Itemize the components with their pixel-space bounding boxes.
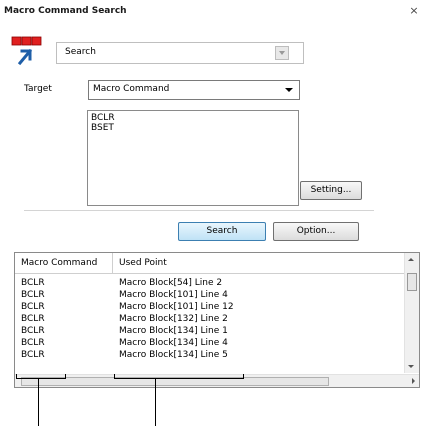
table-row[interactable]: BCLR Macro Block[134] Line 4 [15, 337, 405, 349]
listbox-item[interactable]: BCLR [91, 113, 115, 123]
callout-leader-command [38, 379, 39, 426]
title-bar: Macro Command Search × [0, 0, 422, 22]
table-row[interactable]: BCLR Macro Block[101] Line 4 [15, 289, 405, 301]
table-row[interactable]: BCLR Macro Block[132] Line 2 [15, 313, 405, 325]
column-header-macro-command[interactable]: Macro Command [15, 253, 113, 273]
callout-tick [65, 374, 66, 378]
scroll-right-icon[interactable] [412, 378, 415, 384]
cell-macro-command: BCLR [21, 326, 45, 336]
table-row[interactable]: BCLR Macro Block[101] Line 12 [15, 301, 405, 313]
vertical-scrollbar[interactable] [404, 253, 419, 373]
option-button[interactable]: Option... [273, 222, 359, 241]
cell-macro-command: BCLR [21, 302, 45, 312]
vertical-scroll-thumb[interactable] [407, 273, 417, 291]
listbox-item[interactable]: BSET [91, 123, 114, 133]
cell-macro-command: BCLR [21, 338, 45, 348]
cell-used-point: Macro Block[54] Line 2 [119, 278, 223, 288]
scroll-down-icon[interactable] [408, 365, 414, 368]
search-button[interactable]: Search [178, 222, 266, 241]
cell-macro-command: BCLR [21, 290, 45, 300]
horizontal-scrollbar[interactable] [15, 374, 419, 387]
table-row[interactable]: BCLR Macro Block[134] Line 5 [15, 349, 405, 361]
close-icon[interactable]: × [408, 4, 420, 17]
setting-button[interactable]: Setting... [300, 181, 362, 200]
cell-used-point: Macro Block[101] Line 4 [119, 290, 228, 300]
cell-used-point: Macro Block[134] Line 4 [119, 338, 228, 348]
cell-macro-command: BCLR [21, 350, 45, 360]
target-select[interactable]: Macro Command [88, 80, 300, 100]
callout-tick [243, 374, 244, 378]
target-select-value: Macro Command [93, 84, 170, 94]
cell-macro-command: BCLR [21, 314, 45, 324]
cell-used-point: Macro Block[101] Line 12 [119, 302, 234, 312]
macro-search-icon [11, 36, 42, 66]
column-header-used-point[interactable]: Used Point [113, 253, 263, 273]
cell-used-point: Macro Block[134] Line 1 [119, 326, 228, 336]
callout-tick [114, 374, 115, 378]
table-row[interactable]: BCLR Macro Block[134] Line 1 [15, 325, 405, 337]
search-combo-arrow-icon[interactable] [275, 46, 289, 60]
callout-bracket-command [16, 378, 66, 379]
macro-command-listbox[interactable]: BCLR BSET [87, 110, 299, 206]
separator [24, 210, 374, 211]
macro-command-search-panel: Macro Command Search × Search Target Mac… [0, 0, 422, 426]
callout-bracket-used-point [114, 378, 244, 379]
cell-used-point: Macro Block[132] Line 2 [119, 314, 228, 324]
search-combo[interactable]: Search [56, 42, 304, 64]
chevron-down-icon[interactable] [285, 88, 293, 92]
table-row[interactable]: BCLR Macro Block[54] Line 2 [15, 277, 405, 289]
callout-tick [16, 374, 17, 378]
results-header: Macro Command Used Point [15, 253, 405, 274]
results-table[interactable]: Macro Command Used Point BCLR Macro Bloc… [14, 252, 420, 388]
target-label: Target [24, 84, 52, 94]
search-combo-value: Search [65, 47, 96, 57]
window-title: Macro Command Search [4, 6, 127, 16]
callout-leader-used-point [155, 379, 156, 426]
scroll-up-icon[interactable] [408, 258, 414, 261]
cell-used-point: Macro Block[134] Line 5 [119, 350, 228, 360]
cell-macro-command: BCLR [21, 278, 45, 288]
